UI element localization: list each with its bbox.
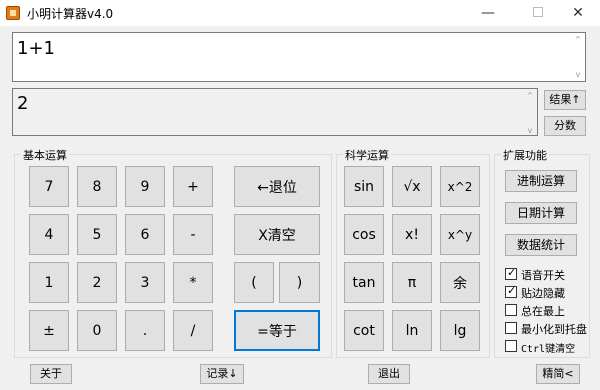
factorial-button[interactable]: x! (392, 214, 432, 255)
right-paren-button[interactable]: ) (279, 262, 320, 303)
checkbox-label: 贴边隐藏 (521, 287, 565, 300)
date-calc-button[interactable]: 日期计算 (505, 202, 577, 224)
basic-group-label: 基本运算 (21, 147, 69, 163)
compact-button[interactable]: 精简< (536, 364, 580, 384)
calculator-body: 1+1 ^ v 2 ^ v 结果↑ 分数 基本运算 7 8 9 +4 5 6-1 2 3 * ±0… (0, 26, 600, 390)
two-button[interactable]: 2 (77, 262, 117, 303)
nine-button[interactable]: 9 (125, 166, 165, 207)
fraction-button[interactable]: 分数 (544, 116, 586, 136)
minimize-button[interactable]: — (466, 0, 510, 26)
basic-group: 基本运算 7 8 9 +4 5 6- 1 2 3 * ±0. / ←退位 X清空 ( ) =等于 (14, 147, 332, 358)
science-group: 科学运算 sin √x x^2 cos x! x^y tan π 余 cot ln lg (336, 147, 490, 358)
window-title: 小明计算器v4.0 (27, 7, 114, 21)
science-group-label: 科学运算 (343, 147, 391, 163)
checkbox-icon[interactable] (505, 304, 517, 316)
power-button[interactable]: x^y (440, 214, 480, 255)
plus-button[interactable]: + (173, 166, 213, 207)
ln-button[interactable]: ln (392, 310, 432, 351)
extended-group: 扩展功能 进制运算 日期计算 数据统计 语音开关贴边隐藏总在最上最小化到托盘 Ct… (494, 147, 590, 358)
scroll-up-arrow[interactable]: ^ (573, 35, 583, 44)
pi-button[interactable]: π (392, 262, 432, 303)
equals-button[interactable]: =等于 (234, 310, 320, 351)
history-button[interactable]: 记录↓ (200, 364, 244, 384)
checkbox-icon[interactable] (505, 266, 517, 280)
minus-button[interactable]: - (173, 214, 213, 255)
checkbox-icon[interactable] (505, 340, 517, 352)
title-bar: 小明计算器v4.0 — ✕ (0, 0, 600, 26)
result-scrollbar[interactable]: ^ v (525, 91, 535, 135)
lg-button[interactable]: lg (440, 310, 480, 351)
square-button[interactable]: x^2 (440, 166, 480, 207)
sqrt-button[interactable]: √x (392, 166, 432, 207)
extended-group-label: 扩展功能 (501, 147, 549, 163)
tan-button[interactable]: tan (344, 262, 384, 303)
zero-button[interactable]: 0 (77, 310, 117, 351)
close-button[interactable]: ✕ (556, 0, 600, 26)
multiply-button[interactable]: * (173, 262, 213, 303)
app-icon (6, 6, 20, 20)
four-button[interactable]: 4 (29, 214, 69, 255)
scroll-down-arrow[interactable]: v (525, 126, 535, 135)
result-text: 2 (17, 93, 29, 114)
statistics-button[interactable]: 数据统计 (505, 234, 577, 256)
clear-button[interactable]: X清空 (234, 214, 320, 255)
exit-button[interactable]: 退出 (368, 364, 410, 384)
one-button[interactable]: 1 (29, 262, 69, 303)
mod-button[interactable]: 余 (440, 262, 480, 303)
expression-text: 1+1 (17, 38, 55, 59)
checkbox-icon[interactable] (505, 284, 517, 298)
cot-button[interactable]: cot (344, 310, 384, 351)
result-up-button[interactable]: 结果↑ (544, 90, 586, 110)
sin-button[interactable]: sin (344, 166, 384, 207)
divide-button[interactable]: / (173, 310, 213, 351)
backspace-button[interactable]: ←退位 (234, 166, 320, 207)
maximize-icon (533, 7, 543, 17)
three-button[interactable]: 3 (125, 262, 165, 303)
checkbox-icon[interactable] (505, 322, 517, 334)
five-button[interactable]: 5 (77, 214, 117, 255)
expression-input[interactable]: 1+1 ^ v (12, 32, 586, 82)
six-button[interactable]: 6 (125, 214, 165, 255)
cos-button[interactable]: cos (344, 214, 384, 255)
result-display: 2 ^ v (12, 88, 538, 136)
plus-minus-button[interactable]: ± (29, 310, 69, 351)
scroll-up-arrow[interactable]: ^ (525, 91, 535, 100)
checkbox-label: 语音开关 (521, 269, 565, 282)
checkbox-label: 总在最上 (521, 305, 565, 318)
seven-button[interactable]: 7 (29, 166, 69, 207)
left-paren-button[interactable]: ( (234, 262, 274, 303)
eight-button[interactable]: 8 (77, 166, 117, 207)
checkbox-label: 最小化到托盘 (521, 323, 587, 336)
scroll-down-arrow[interactable]: v (573, 70, 583, 79)
maximize-button[interactable] (516, 0, 560, 26)
decimal-button[interactable]: . (125, 310, 165, 351)
expression-scrollbar[interactable]: ^ v (573, 35, 583, 79)
about-button[interactable]: 关于 (30, 364, 72, 384)
checkbox-label: Ctrl键清空 (521, 344, 576, 355)
base-conversion-button[interactable]: 进制运算 (505, 170, 577, 192)
